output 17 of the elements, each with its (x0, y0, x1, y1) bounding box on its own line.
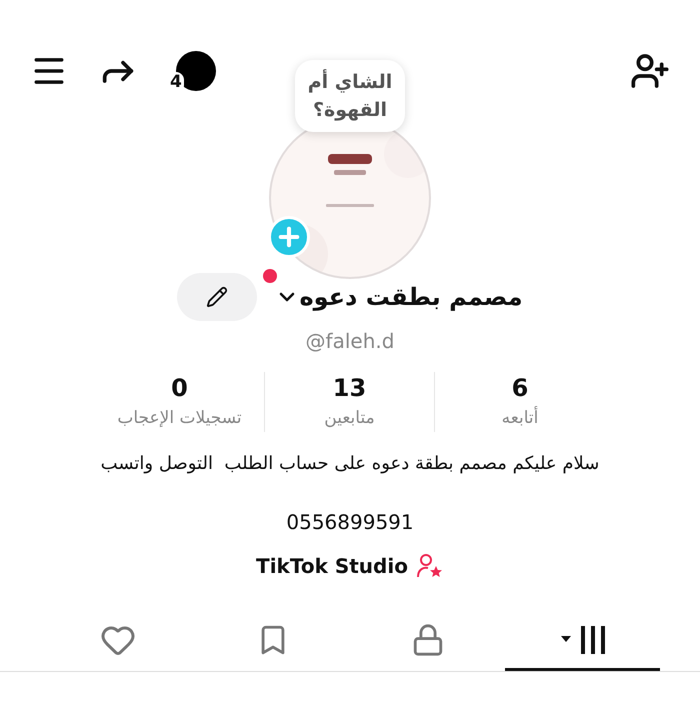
grid-icon (558, 624, 606, 656)
pencil-icon (206, 286, 228, 308)
phone-number: 0556899591 (285, 509, 415, 536)
stat-value: 6 (512, 373, 528, 404)
add-friend-icon[interactable] (630, 51, 670, 91)
user-star-icon (416, 553, 444, 579)
profile-handle: @faleh.d (304, 328, 396, 355)
bio-text: سلام عليكم مصمم بطقة دعوه على حساب الطلب التوصل واتسب (100, 452, 600, 476)
stat-value: 13 (332, 373, 366, 404)
profile-name: مصمم بطقت دعوه (299, 282, 523, 313)
stat-label: متابعين (324, 407, 375, 430)
edit-button[interactable] (177, 273, 258, 321)
stat-label: تسجيلات الإعجاب (117, 407, 242, 430)
stat-value: 0 (171, 373, 188, 404)
studio-link[interactable]: TikTok Studio (256, 551, 408, 581)
stat-label: أتابعه (502, 405, 538, 430)
speech-bubble: الشاي أم القهوة؟ (295, 60, 405, 132)
